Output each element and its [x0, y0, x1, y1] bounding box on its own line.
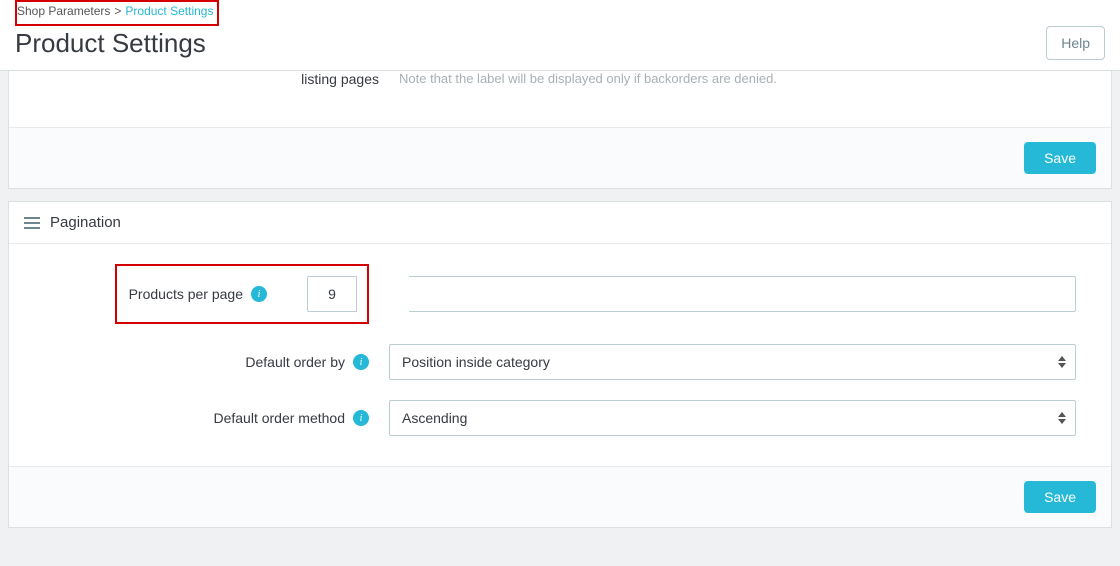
info-icon[interactable]: i — [251, 286, 267, 302]
info-icon[interactable]: i — [353, 354, 369, 370]
products-per-page-tail — [409, 276, 1076, 312]
breadcrumb-current[interactable]: Product Settings — [125, 4, 213, 18]
menu-icon — [24, 217, 40, 229]
products-per-page-label: Products per page — [129, 286, 243, 302]
default-order-by-select[interactable]: Position inside category — [389, 344, 1076, 380]
products-per-page-input[interactable] — [307, 276, 357, 312]
highlight-products-per-page: Products per page i — [115, 264, 369, 324]
default-order-by-label: Default order by — [245, 354, 345, 370]
save-button[interactable]: Save — [1024, 481, 1096, 513]
listing-pages-label: listing pages — [24, 71, 399, 87]
save-button[interactable]: Save — [1024, 142, 1096, 174]
breadcrumb-parent[interactable]: Shop Parameters — [17, 4, 110, 18]
default-order-method-select[interactable]: Ascending — [389, 400, 1076, 436]
breadcrumb-sep: > — [114, 4, 121, 18]
info-icon[interactable]: i — [353, 410, 369, 426]
help-button[interactable]: Help — [1046, 26, 1105, 60]
default-order-method-label: Default order method — [213, 410, 345, 426]
pagination-title: Pagination — [50, 214, 121, 231]
listing-pages-note: Note that the label will be displayed on… — [399, 71, 1096, 87]
breadcrumb: Shop Parameters > Product Settings — [15, 0, 219, 26]
page-title: Product Settings — [15, 28, 206, 59]
